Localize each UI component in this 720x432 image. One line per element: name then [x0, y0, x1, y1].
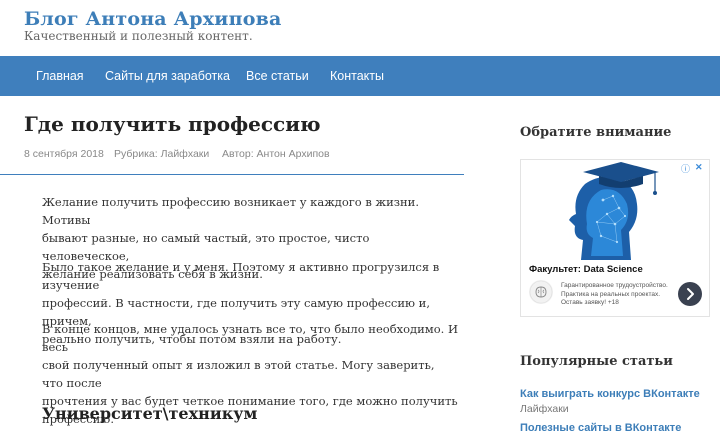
ad-banner[interactable]: ⓘ ✕ Факультет: Data Science Гарантирован…: [520, 159, 710, 317]
site-title[interactable]: Блог Антона Архипова: [24, 8, 282, 30]
ad-text-line: Практика на реальных проектах.: [561, 290, 661, 298]
nav-item-earning-sites[interactable]: Сайты для заработка: [105, 56, 230, 96]
nav-item-all-articles[interactable]: Все статьи: [246, 56, 309, 96]
article: Где получить профессию 8 сентября 2018 Р…: [0, 96, 470, 432]
close-icon[interactable]: ✕: [695, 162, 703, 173]
ad-text-line: Гарантированное трудоустройство.: [561, 282, 668, 289]
ad-headline[interactable]: Факультет: Data Science: [529, 264, 643, 275]
paragraph-line: Было такое желание и у меня. Поэтому я а…: [42, 260, 440, 292]
section-heading: Университет\техникум: [42, 404, 258, 423]
popular-article-link[interactable]: Полезные сайты в ВКонтакте: [520, 422, 681, 432]
popular-article-category[interactable]: Лайфхаки: [520, 403, 569, 415]
paragraph-line: свой полученный опыт я изложил в этой ст…: [42, 358, 435, 390]
chevron-right-icon[interactable]: [678, 282, 702, 306]
nav-item-home[interactable]: Главная: [36, 56, 84, 96]
paragraph-line: В конце концов, мне удалось узнать все т…: [42, 322, 458, 354]
post-category[interactable]: Рубрика: Лайфхаки: [114, 148, 209, 160]
ad-text: Гарантированное трудоустройство. Практик…: [561, 282, 671, 308]
paragraph-line: Желание получить профессию возникает у к…: [42, 195, 420, 227]
popular-article-link[interactable]: Как выиграть конкурс ВКонтакте: [520, 388, 700, 400]
meta-divider: [0, 174, 464, 175]
nav-item-contacts[interactable]: Контакты: [330, 56, 384, 96]
graduate-head-image: [521, 160, 709, 260]
info-icon[interactable]: ⓘ: [681, 162, 690, 175]
post-author: Автор: Антон Архипов: [222, 148, 330, 160]
ad-text-line: Оставь заявку! +18: [561, 299, 619, 306]
brain-logo-icon: [529, 280, 553, 304]
main-nav: Главная Сайты для заработка Все статьи К…: [0, 56, 720, 96]
attention-widget-title: Обратите внимание: [520, 125, 672, 140]
post-date: 8 сентября 2018: [24, 148, 104, 160]
site-header: Блог Антона Архипова Качественный и поле…: [0, 0, 720, 56]
site-description: Качественный и полезный контент.: [24, 29, 253, 43]
popular-widget-title: Популярные статьи: [520, 354, 673, 369]
post-title: Где получить профессию: [24, 112, 321, 136]
sidebar: Обратите внимание ⓘ ✕ Факультет: Data Sc…: [520, 96, 710, 432]
